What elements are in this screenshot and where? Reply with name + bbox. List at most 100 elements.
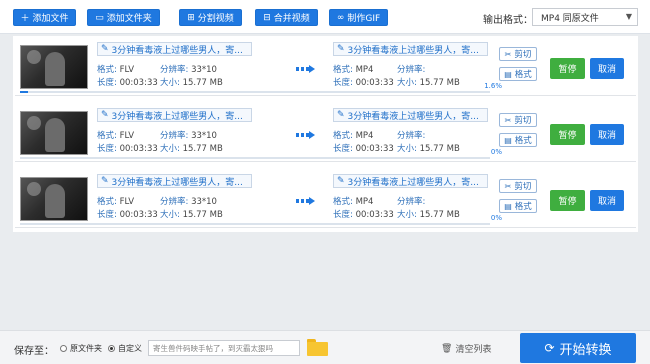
pencil-icon: ✎ (337, 44, 345, 54)
target-name-field[interactable]: ✎ 3分钟看毒液上过哪些男人，寄... (333, 174, 488, 188)
target-name-field[interactable]: ✎ 3分钟看毒液上过哪些男人，寄... (333, 42, 488, 56)
dst-duration-value: 00:03:33 (355, 78, 394, 88)
size-key: 大小: (397, 210, 417, 220)
merge-video-button[interactable]: ⊟ 合并视频 (255, 9, 318, 26)
src-resolution-value: 33*10 (191, 131, 217, 141)
cut-button[interactable]: ✂ 剪切 (499, 113, 537, 127)
radio-dot (108, 345, 115, 352)
progress-bar (20, 223, 490, 225)
format-label: 格式 (514, 202, 532, 212)
format-button[interactable]: ▤ 格式 (499, 133, 537, 147)
format-key: 格式: (97, 131, 117, 141)
dst-duration: 长度: 00:03:33 (333, 76, 394, 88)
convert-arrow-icon (296, 65, 316, 73)
progress-text: 0% (490, 214, 502, 222)
radio-original-folder[interactable]: 原文件夹 (60, 343, 102, 354)
source-name: 3分钟看毒液上过哪些男人，寄... (111, 111, 243, 122)
save-to-label: 保存至： (14, 346, 54, 357)
scissors-icon: ✂ (504, 49, 512, 59)
src-resolution: 分辨率: 33*10 (160, 129, 217, 141)
document-icon: ▤ (504, 201, 512, 211)
src-format-value: FLV (119, 197, 135, 207)
src-format: 格式: FLV (97, 129, 134, 141)
src-duration-value: 00:03:33 (119, 210, 158, 220)
format-button[interactable]: ▤ 格式 (499, 67, 537, 81)
size-key: 大小: (160, 78, 180, 88)
resolution-key: 分辨率: (160, 65, 189, 75)
progress-text: 1.6% (484, 82, 502, 90)
src-resolution: 分辨率: 33*10 (160, 195, 217, 207)
src-duration-value: 00:03:33 (119, 78, 158, 88)
start-convert-button[interactable]: ⟳ 开始转换 (520, 333, 636, 363)
dst-duration: 长度: 00:03:33 (333, 208, 394, 220)
output-format-label: 输出格式： (483, 15, 533, 26)
video-thumbnail (20, 111, 88, 155)
source-name-field[interactable]: ✎ 3分钟看毒液上过哪些男人，寄... (97, 42, 252, 56)
output-format-select[interactable]: MP4 同原文件 ▼ (532, 8, 638, 26)
duration-key: 长度: (333, 78, 353, 88)
duration-key: 长度: (333, 144, 353, 154)
save-path-input[interactable] (148, 340, 300, 356)
src-duration-value: 00:03:33 (119, 144, 158, 154)
format-key: 格式: (97, 65, 117, 75)
pause-button[interactable]: 暂停 (550, 124, 585, 145)
cut-button[interactable]: ✂ 剪切 (499, 47, 537, 61)
source-name-field[interactable]: ✎ 3分钟看毒液上过哪些男人，寄... (97, 174, 252, 188)
scissors-icon: ✂ (504, 115, 512, 125)
target-name-field[interactable]: ✎ 3分钟看毒液上过哪些男人，寄... (333, 108, 488, 122)
task-list: ✎ 3分钟看毒液上过哪些男人，寄... 格式: FLV 分辨率: 33*10 长… (13, 36, 638, 232)
clear-list-button[interactable]: 🗑 清空列表 (441, 342, 492, 356)
toolbar: ＋ 添加文件 ▭ 添加文件夹 ⊞ 分割视频 ⊟ 合并视频 ∞ 制作GIF 输出格… (0, 0, 650, 34)
src-format-value: FLV (119, 131, 135, 141)
dst-size-value: 15.77 MB (419, 78, 460, 88)
progress-fill (20, 91, 28, 93)
clear-list-label: 清空列表 (455, 345, 492, 355)
dst-size-value: 15.77 MB (419, 144, 460, 154)
duration-key: 长度: (97, 78, 117, 88)
dst-size: 大小: 15.77 MB (397, 142, 460, 154)
cut-label: 剪切 (514, 182, 532, 192)
format-key: 格式: (333, 197, 353, 207)
dst-duration-value: 00:03:33 (355, 144, 394, 154)
cancel-button[interactable]: 取消 (590, 58, 624, 79)
video-thumbnail (20, 45, 88, 89)
src-format-value: FLV (119, 65, 135, 75)
duration-key: 长度: (97, 210, 117, 220)
size-key: 大小: (160, 210, 180, 220)
folder-icon[interactable] (307, 339, 328, 356)
dst-size: 大小: 15.77 MB (397, 76, 460, 88)
resolution-key: 分辨率: (397, 131, 426, 141)
pencil-icon: ✎ (101, 110, 109, 120)
dst-resolution: 分辨率: (397, 195, 425, 207)
dst-format: 格式: MP4 (333, 129, 373, 141)
src-format: 格式: FLV (97, 195, 134, 207)
pause-button[interactable]: 暂停 (550, 58, 585, 79)
cancel-button[interactable]: 取消 (590, 190, 624, 211)
format-label: 格式 (514, 136, 532, 146)
cut-button[interactable]: ✂ 剪切 (499, 179, 537, 193)
cut-label: 剪切 (514, 116, 532, 126)
src-resolution-value: 33*10 (191, 65, 217, 75)
radio-custom-folder[interactable]: 自定义 (108, 343, 142, 354)
cancel-button[interactable]: 取消 (590, 124, 624, 145)
resolution-key: 分辨率: (397, 197, 426, 207)
split-video-button[interactable]: ⊞ 分割视频 (179, 9, 242, 26)
dst-duration-value: 00:03:33 (355, 210, 394, 220)
radio-custom-label: 自定义 (118, 344, 142, 353)
make-gif-button[interactable]: ∞ 制作GIF (329, 9, 388, 26)
trash-icon: 🗑 (441, 343, 453, 354)
progress-bar (20, 91, 490, 93)
add-folder-button[interactable]: ▭ 添加文件夹 (87, 9, 160, 26)
src-size-value: 15.77 MB (182, 210, 223, 220)
link-icon: ∞ (336, 12, 345, 23)
pause-button[interactable]: 暂停 (550, 190, 585, 211)
dst-resolution: 分辨率: (397, 129, 425, 141)
format-button[interactable]: ▤ 格式 (499, 199, 537, 213)
src-resolution-value: 33*10 (191, 197, 217, 207)
src-size: 大小: 15.77 MB (160, 142, 223, 154)
scissors-icon: ✂ (504, 181, 512, 191)
target-name: 3分钟看毒液上过哪些男人，寄... (347, 177, 479, 188)
add-file-button[interactable]: ＋ 添加文件 (13, 9, 76, 26)
source-name-field[interactable]: ✎ 3分钟看毒液上过哪些男人，寄... (97, 108, 252, 122)
target-name: 3分钟看毒液上过哪些男人，寄... (347, 111, 479, 122)
